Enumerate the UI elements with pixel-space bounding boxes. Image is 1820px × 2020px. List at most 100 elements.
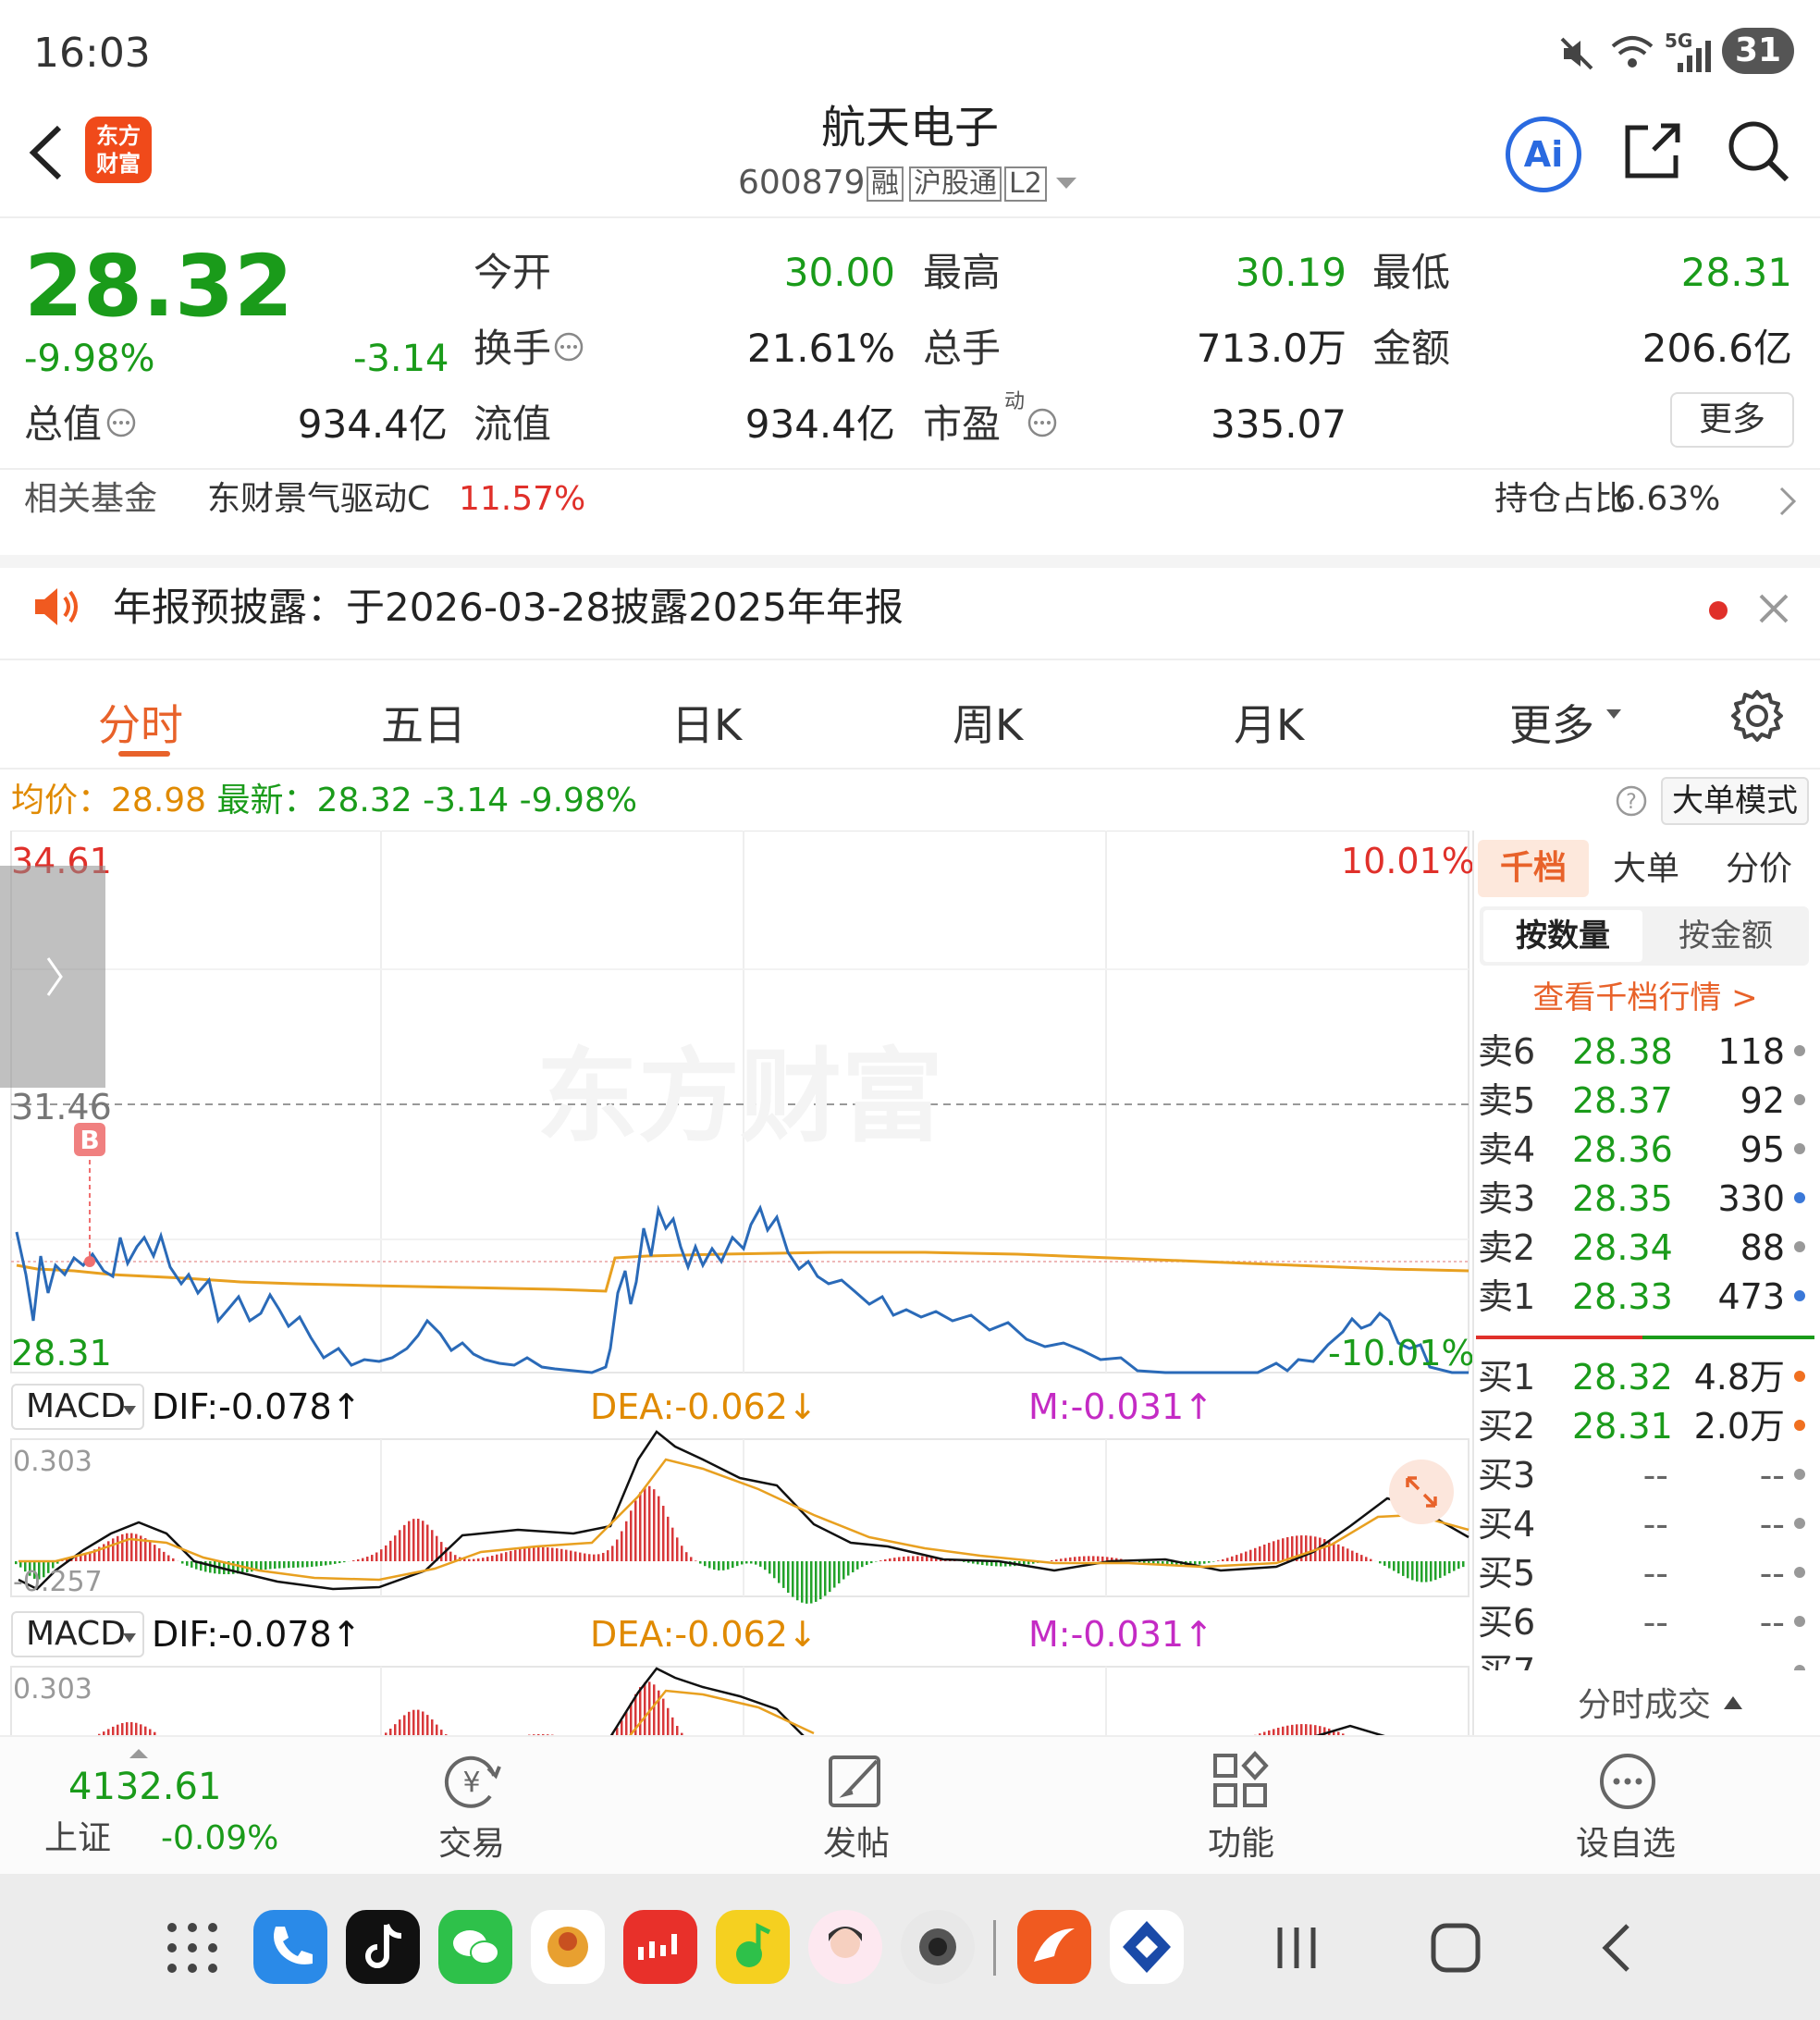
search-icon[interactable]: [1724, 117, 1792, 185]
badge-l2: L2: [1004, 166, 1047, 202]
stock-app-icon[interactable]: [623, 1910, 697, 1984]
turnover-value: 21.61%: [746, 326, 895, 371]
nav-trade[interactable]: 交易: [438, 1828, 505, 1861]
macd-bar: [260, 1561, 263, 1570]
macd-bar: [755, 1561, 757, 1565]
recent-apps-icon[interactable]: [1271, 1922, 1322, 1974]
intraday-trades-label[interactable]: 分时成交: [1578, 1689, 1711, 1722]
nav-post[interactable]: 发帖: [823, 1828, 890, 1861]
bank-app-icon[interactable]: [1110, 1910, 1184, 1984]
tab-thousand-levels[interactable]: 千档: [1478, 840, 1589, 897]
home-icon[interactable]: [1430, 1922, 1482, 1974]
index-percent[interactable]: -0.09%: [161, 1822, 278, 1855]
chevron-right-icon[interactable]: [1777, 485, 1798, 518]
sub-tab-by-quantity[interactable]: 按数量: [1483, 910, 1642, 962]
nav-back-icon[interactable]: [1598, 1922, 1635, 1974]
wechat-app-icon[interactable]: [438, 1910, 512, 1984]
view-levels-link[interactable]: 查看千档行情 >: [1476, 982, 1814, 1014]
nav-function[interactable]: 功能: [1208, 1828, 1274, 1861]
trade-icon[interactable]: ¥: [438, 1748, 505, 1815]
pct-min-label: -10.01%: [1328, 1333, 1475, 1373]
float-cap-label: 流值: [473, 401, 552, 447]
expand-icon[interactable]: [1389, 1460, 1454, 1524]
intraday-chart[interactable]: 东方财富 B: [0, 831, 1472, 1737]
macd-bar: [551, 1547, 554, 1561]
avg-value: 28.98: [111, 782, 207, 819]
macd-bar: [426, 1524, 429, 1561]
float-cap-value: 934.4亿: [744, 401, 895, 447]
sub-tab-by-amount[interactable]: 按金额: [1646, 910, 1805, 962]
more-button[interactable]: 更多: [1670, 392, 1794, 448]
tab-more[interactable]: 更多: [1509, 692, 1594, 753]
macd-bar: [1226, 1558, 1229, 1561]
share-icon[interactable]: [1620, 118, 1685, 183]
side-panel-toggle[interactable]: [0, 866, 105, 1088]
tab-monthly-k[interactable]: 月K: [1234, 692, 1304, 753]
close-icon[interactable]: [1757, 592, 1790, 625]
macd-bar: [1365, 1557, 1368, 1561]
nav-add-watchlist[interactable]: 设自选: [1576, 1828, 1676, 1861]
spread-bar-red: [1476, 1336, 1642, 1339]
phone-app-icon[interactable]: [253, 1910, 327, 1984]
tab-price-dist[interactable]: 分价: [1726, 853, 1792, 886]
index-value[interactable]: 4132.61: [68, 1768, 221, 1805]
macd-bar: [412, 1519, 415, 1561]
macd-bar: [389, 1540, 392, 1561]
macd-bar: [1360, 1555, 1363, 1561]
macd-bar: [380, 1549, 383, 1561]
macd-bar: [117, 1535, 119, 1561]
macd-bar: [1379, 1561, 1382, 1564]
more-dots-icon[interactable]: [1594, 1748, 1661, 1815]
macd-bar: [579, 1552, 582, 1561]
macd-bar: [611, 1546, 614, 1561]
dropdown-icon[interactable]: [1054, 174, 1078, 192]
help-icon[interactable]: ?: [1615, 784, 1648, 818]
tab-five-day[interactable]: 五日: [381, 692, 466, 753]
hold-label: 持仓占比: [1494, 480, 1629, 518]
macd-bar: [644, 1682, 646, 1737]
macd-bar: [186, 1561, 189, 1566]
macd-bar: [158, 1548, 161, 1561]
price-percent: -9.98%: [24, 338, 155, 380]
last-value: 28.32: [316, 782, 412, 819]
svg-text:?: ?: [1626, 791, 1637, 814]
index-name[interactable]: 上证: [44, 1822, 111, 1855]
macd-bar: [325, 1561, 327, 1566]
fund-name[interactable]: 东财景气驱动C: [207, 483, 430, 516]
macd-bar: [1208, 1561, 1211, 1563]
info-icon[interactable]: [105, 407, 137, 438]
info-icon[interactable]: [553, 331, 584, 363]
info-icon[interactable]: [1027, 407, 1058, 438]
macd-bar: [912, 1556, 915, 1561]
tiktok-app-icon[interactable]: [346, 1910, 420, 1984]
macd-bar: [708, 1561, 711, 1569]
tab-big-order[interactable]: 大单: [1613, 853, 1679, 886]
macd-bar: [209, 1561, 212, 1573]
notice-text[interactable]: 年报预披露：于2026-03-28披露2025年年报: [113, 588, 904, 627]
function-grid-icon[interactable]: [1208, 1748, 1274, 1815]
avatar-app-icon[interactable]: [808, 1910, 882, 1984]
macd-bar: [782, 1561, 785, 1588]
macd-bar: [1199, 1561, 1201, 1565]
tab-weekly-k[interactable]: 周K: [953, 692, 1023, 753]
eastmoney-app-icon[interactable]: [1017, 1910, 1091, 1984]
post-edit-icon[interactable]: [823, 1748, 890, 1815]
macd-bar: [1457, 1561, 1460, 1570]
big-order-mode-button[interactable]: 大单模式: [1661, 777, 1809, 825]
ai-button[interactable]: Ai: [1506, 117, 1581, 192]
game-app-icon[interactable]: [531, 1910, 605, 1984]
settings-gear-icon[interactable]: [1729, 688, 1785, 744]
macd-bar: [963, 1561, 965, 1562]
signal-icon: [1672, 37, 1713, 74]
music-app-icon[interactable]: [716, 1910, 790, 1984]
tab-intraday[interactable]: 分时: [98, 692, 183, 753]
macd-bar: [1245, 1551, 1248, 1561]
open-value: 30.00: [783, 250, 895, 295]
tab-daily-k[interactable]: 日K: [671, 692, 742, 753]
camera-app-icon[interactable]: [901, 1910, 975, 1984]
macd-bar: [921, 1556, 924, 1561]
macd-bar: [1060, 1558, 1063, 1561]
macd-bar: [1254, 1547, 1257, 1561]
app-drawer-icon[interactable]: [165, 1920, 220, 1976]
macd-bar: [662, 1506, 665, 1561]
